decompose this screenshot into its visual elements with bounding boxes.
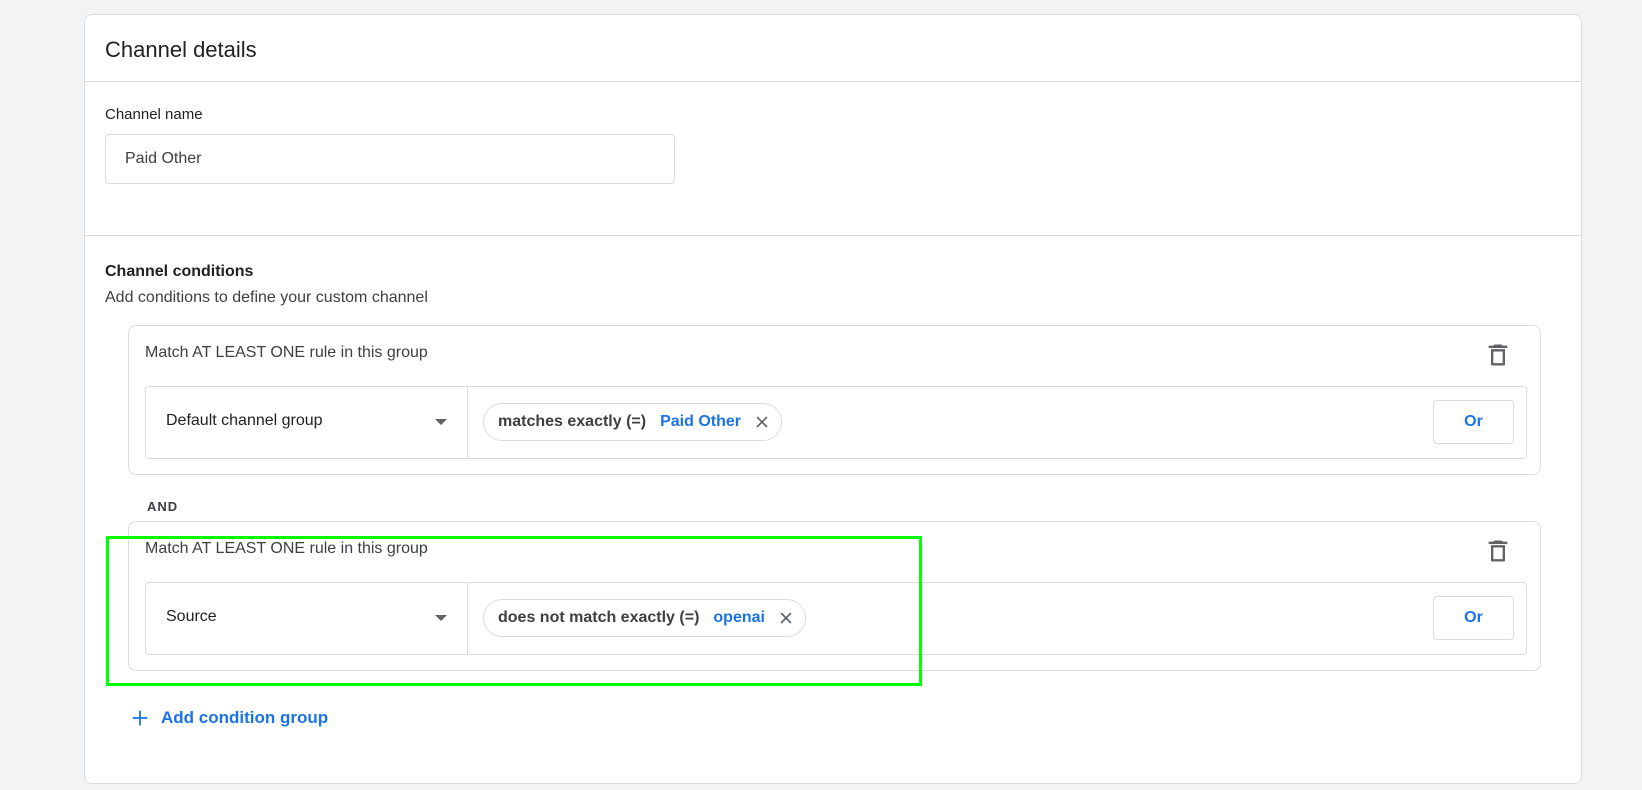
close-icon[interactable] xyxy=(753,413,771,431)
group-title: Match AT LEAST ONE rule in this group xyxy=(145,540,428,557)
dimension-select[interactable]: Default channel group xyxy=(146,387,468,458)
add-condition-group-label: Add condition group xyxy=(161,708,329,727)
caret-down-icon xyxy=(435,615,447,621)
card-title: Channel details xyxy=(105,37,257,62)
or-button[interactable]: Or xyxy=(1433,596,1514,640)
conditions-subtitle: Add conditions to define your custom cha… xyxy=(105,289,428,306)
channel-name-label: Channel name xyxy=(105,106,203,123)
close-icon[interactable] xyxy=(777,609,795,627)
chip-value: Paid Other xyxy=(660,413,741,430)
dimension-label: Default channel group xyxy=(166,412,323,429)
dimension-label: Source xyxy=(166,608,217,625)
rule-row: Default channel group matches exactly (=… xyxy=(145,386,1527,459)
dimension-select[interactable]: Source xyxy=(146,583,468,654)
add-condition-group-button[interactable]: Add condition group xyxy=(131,708,328,728)
plus-icon xyxy=(132,710,148,726)
chip-operator: matches exactly (=) xyxy=(498,413,647,430)
channel-details-card: Channel details Channel name Channel con… xyxy=(84,14,1582,784)
trash-icon[interactable] xyxy=(1484,340,1512,370)
header-divider xyxy=(85,81,1581,82)
chip-value: openai xyxy=(713,609,765,626)
or-button[interactable]: Or xyxy=(1433,400,1514,444)
condition-chip[interactable]: does not match exactly (=) openai xyxy=(483,599,806,637)
condition-chip[interactable]: matches exactly (=) Paid Other xyxy=(483,403,782,441)
chip-operator: does not match exactly (=) xyxy=(498,609,700,626)
condition-group-2: Match AT LEAST ONE rule in this group So… xyxy=(128,521,1541,671)
condition-group-1: Match AT LEAST ONE rule in this group De… xyxy=(128,325,1541,475)
group-title: Match AT LEAST ONE rule in this group xyxy=(145,344,428,361)
caret-down-icon xyxy=(435,419,447,425)
conditions-title: Channel conditions xyxy=(105,263,254,280)
and-separator: AND xyxy=(147,499,179,514)
section-divider xyxy=(85,235,1581,236)
rule-row: Source does not match exactly (=) openai… xyxy=(145,582,1527,655)
channel-name-input[interactable] xyxy=(105,134,675,184)
trash-icon[interactable] xyxy=(1484,536,1512,566)
